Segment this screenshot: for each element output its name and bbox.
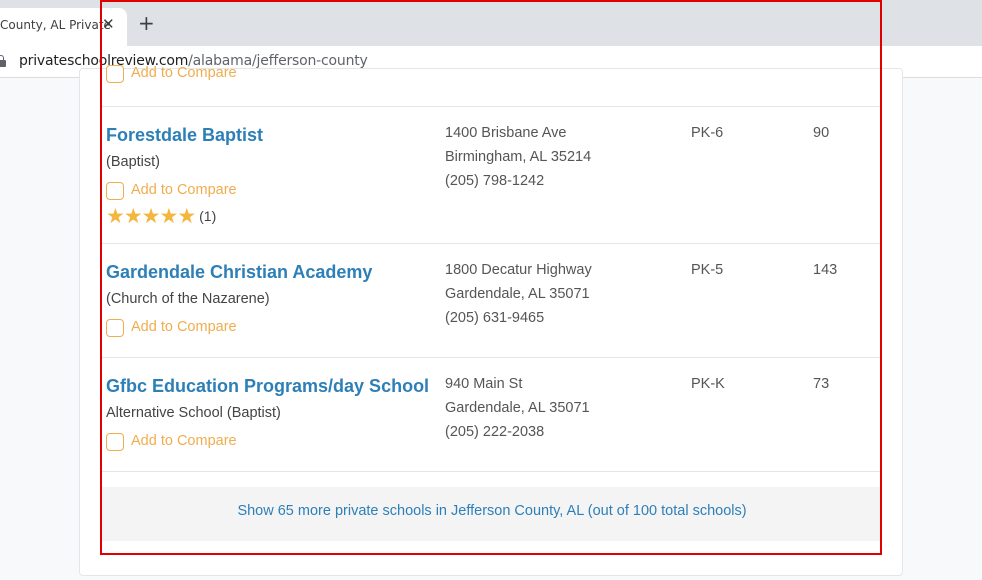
school-name-link[interactable]: Gfbc Education Programs/day School [106, 376, 429, 397]
close-icon[interactable]: ✕ [102, 15, 115, 33]
phone-number: (205) 222-2038 [445, 424, 545, 440]
compare-checkbox[interactable] [106, 182, 124, 200]
students-value: 73 [813, 376, 830, 392]
compare-label[interactable]: Add to Compare [131, 319, 237, 335]
table-row: Gardendale Christian Academy (Church of … [102, 244, 882, 358]
address-line1: 1800 Decatur Highway [445, 262, 592, 278]
star-icon: ★ [141, 205, 161, 228]
rating-stars[interactable]: ★★★★★ (1) [106, 205, 216, 228]
compare-label[interactable]: Add to Compare [131, 433, 237, 449]
star-icon: ★ [177, 205, 196, 228]
browser-tab[interactable]: County, AL Private ✕ [0, 8, 127, 46]
school-type: (Baptist) [106, 154, 160, 170]
grades-value: PK-6 [691, 125, 724, 141]
students-value: 143 [813, 262, 838, 278]
star-icon: ★ [159, 205, 178, 228]
tab-title: County, AL Private [0, 18, 111, 32]
compare-checkbox[interactable] [106, 319, 124, 337]
lock-icon [0, 55, 6, 67]
table-row: Gfbc Education Programs/day School Alter… [102, 358, 882, 472]
school-name-link[interactable]: Gardendale Christian Academy [106, 262, 372, 283]
grades-value: PK-5 [691, 262, 724, 278]
compare-label[interactable]: Add to Compare [131, 65, 237, 81]
compare-checkbox[interactable] [106, 65, 124, 83]
show-more-box: Show 65 more private schools in Jefferso… [102, 487, 882, 541]
star-icon: ★ [123, 205, 143, 228]
address-line2: Birmingham, AL 35214 [445, 149, 592, 165]
students-value: 90 [813, 125, 830, 141]
grades-value: PK-K [691, 376, 725, 392]
phone-number: (205) 631-9465 [445, 310, 545, 326]
tab-bar: County, AL Private ✕ + [0, 0, 982, 46]
compare-checkbox[interactable] [106, 433, 124, 451]
school-address: 1800 Decatur Highway Gardendale, AL 3507… [445, 258, 592, 330]
address-line2: Gardendale, AL 35071 [445, 400, 590, 416]
address-line1: 940 Main St [445, 376, 523, 392]
phone-number: (205) 798-1242 [445, 173, 545, 189]
table-row: Forestdale Baptist (Baptist) Add to Comp… [102, 107, 882, 244]
page-content: Add to Compare Forestdale Baptist (Bapti… [0, 65, 982, 580]
school-list-card: Add to Compare Forestdale Baptist (Bapti… [79, 65, 903, 576]
school-address: 940 Main St Gardendale, AL 35071 (205) 2… [445, 372, 590, 444]
new-tab-icon[interactable]: + [138, 13, 155, 33]
show-more-link[interactable]: Show 65 more private schools in Jefferso… [102, 503, 882, 519]
address-line2: Gardendale, AL 35071 [445, 286, 590, 302]
school-type: (Church of the Nazarene) [106, 291, 270, 307]
school-name-link[interactable]: Forestdale Baptist [106, 125, 263, 146]
school-type: Alternative School (Baptist) [106, 405, 281, 421]
school-address: 1400 Brisbane Ave Birmingham, AL 35214 (… [445, 121, 591, 193]
address-line1: 1400 Brisbane Ave [445, 125, 567, 141]
table-row: Add to Compare [102, 65, 882, 107]
star-icon: ★ [106, 205, 125, 228]
review-count[interactable]: (1) [199, 208, 216, 224]
compare-label[interactable]: Add to Compare [131, 182, 237, 198]
